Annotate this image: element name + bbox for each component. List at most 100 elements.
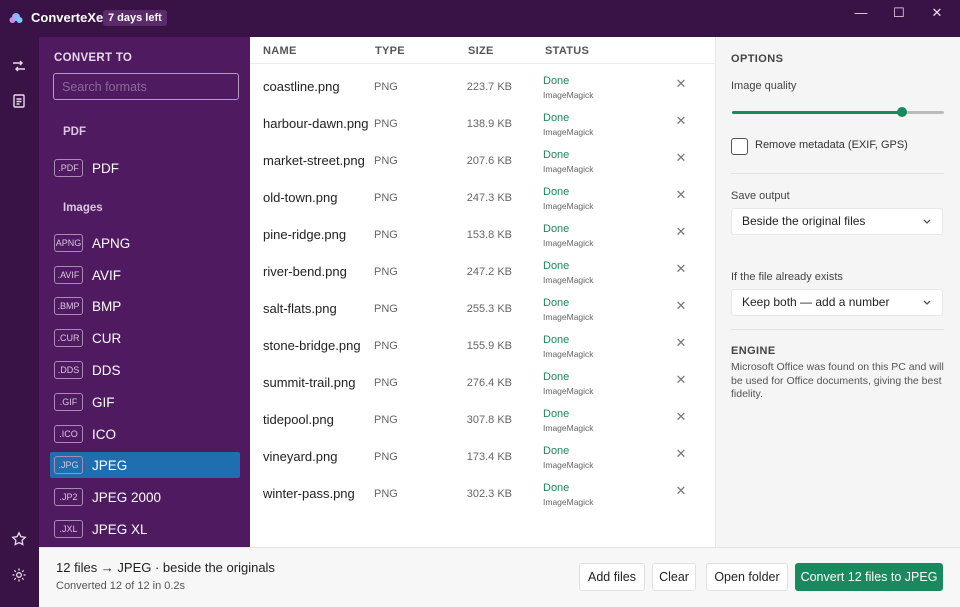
table-row[interactable]: market-street.png PNG 207.6 KB Done Imag… [250, 141, 715, 178]
table-row[interactable]: vineyard.png PNG 173.4 KB Done ImageMagi… [250, 437, 715, 474]
remove-metadata-label[interactable]: Remove metadata (EXIF, GPS) [755, 139, 908, 151]
file-name: salt-flats.png [263, 301, 337, 316]
format-item-jpeg[interactable]: .JPG JPEG [50, 452, 240, 478]
format-ext-badge: .JP2 [54, 488, 83, 506]
format-item-bmp[interactable]: .BMP BMP [50, 293, 240, 319]
file-size: 173.4 KB [466, 451, 512, 463]
image-quality-label: Image quality [731, 80, 797, 92]
file-size: 138.9 KB [466, 118, 512, 130]
close-button[interactable]: ✕ [927, 6, 947, 20]
status-text: Done [543, 75, 570, 87]
add-files-button[interactable]: Add files [579, 563, 645, 591]
remove-file-icon[interactable]: ✕ [674, 447, 688, 461]
convert-button[interactable]: Convert 12 files to JPEG [795, 563, 943, 591]
file-exists-value: Keep both — add a number [742, 295, 890, 309]
remove-file-icon[interactable]: ✕ [674, 336, 688, 350]
format-item-cur[interactable]: .CUR CUR [50, 325, 240, 351]
remove-file-icon[interactable]: ✕ [674, 299, 688, 313]
document-icon[interactable] [9, 91, 29, 111]
remove-file-icon[interactable]: ✕ [674, 151, 688, 165]
engine-text: ImageMagick [543, 386, 594, 396]
engine-heading: ENGINE [731, 345, 776, 357]
format-item-avif[interactable]: .AVIF AVIF [50, 262, 240, 288]
star-icon[interactable] [9, 529, 29, 549]
engine-text: ImageMagick [543, 275, 594, 285]
format-ext-badge: .AVIF [54, 266, 83, 284]
format-item-apng[interactable]: APNG APNG [50, 230, 240, 256]
table-row[interactable]: pine-ridge.png PNG 153.8 KB Done ImageMa… [250, 215, 715, 252]
format-item-gif[interactable]: .GIF GIF [50, 389, 240, 415]
format-item-pdf[interactable]: .PDF PDF [50, 155, 240, 181]
minimize-button[interactable]: — [851, 6, 871, 20]
status-text: Done [543, 260, 570, 272]
engine-text: ImageMagick [543, 201, 594, 211]
status-text: Done [543, 408, 570, 420]
nav-rail [0, 37, 39, 607]
maximize-button[interactable]: ☐ [889, 6, 909, 20]
file-size: 247.2 KB [466, 266, 512, 278]
file-exists-select[interactable]: Keep both — add a number [731, 289, 943, 316]
format-name: AVIF [92, 267, 122, 283]
table-row[interactable]: coastline.png PNG 223.7 KB Done ImageMag… [250, 67, 715, 104]
format-search-input[interactable] [53, 73, 239, 100]
table-row[interactable]: tidepool.png PNG 307.8 KB Done ImageMagi… [250, 400, 715, 437]
table-row[interactable]: old-town.png PNG 247.3 KB Done ImageMagi… [250, 178, 715, 215]
format-item-jpeg-2000[interactable]: .JP2 JPEG 2000 [50, 484, 240, 510]
engine-text: ImageMagick [543, 127, 594, 137]
status-text: Done [543, 334, 570, 346]
conversion-status: Converted 12 of 12 in 0.2s [56, 580, 186, 592]
table-row[interactable]: winter-pass.png PNG 302.3 KB Done ImageM… [250, 474, 715, 511]
file-type: PNG [374, 266, 398, 278]
remove-file-icon[interactable]: ✕ [674, 410, 688, 424]
table-row[interactable]: river-bend.png PNG 247.2 KB Done ImageMa… [250, 252, 715, 289]
column-header-status[interactable]: STATUS [545, 45, 589, 57]
file-name: old-town.png [263, 190, 338, 205]
chevron-down-icon [923, 219, 931, 224]
table-row[interactable]: harbour-dawn.png PNG 138.9 KB Done Image… [250, 104, 715, 141]
file-size: 307.8 KB [466, 414, 512, 426]
remove-file-icon[interactable]: ✕ [674, 484, 688, 498]
file-size: 247.3 KB [466, 192, 512, 204]
image-quality-slider[interactable] [732, 107, 944, 117]
remove-file-icon[interactable]: ✕ [674, 77, 688, 91]
clear-button[interactable]: Clear [652, 563, 696, 591]
engine-text: ImageMagick [543, 164, 594, 174]
file-name: harbour-dawn.png [263, 116, 369, 131]
format-name: BMP [92, 298, 122, 314]
remove-file-icon[interactable]: ✕ [674, 225, 688, 239]
status-text: Done [543, 371, 570, 383]
engine-text: ImageMagick [543, 423, 594, 433]
format-item-dds[interactable]: .DDS DDS [50, 357, 240, 383]
remove-file-icon[interactable]: ✕ [674, 114, 688, 128]
table-row[interactable]: stone-bridge.png PNG 155.9 KB Done Image… [250, 326, 715, 363]
column-header-size[interactable]: SIZE [468, 45, 494, 57]
file-name: winter-pass.png [263, 486, 355, 501]
remove-file-icon[interactable]: ✕ [674, 262, 688, 276]
slider-thumb[interactable] [896, 107, 907, 117]
shuffle-icon[interactable] [9, 56, 29, 76]
file-name: tidepool.png [263, 412, 334, 427]
column-header-type[interactable]: TYPE [375, 45, 405, 57]
format-item-ico[interactable]: .ICO ICO [50, 421, 240, 447]
table-row[interactable]: summit-trail.png PNG 276.4 KB Done Image… [250, 363, 715, 400]
open-folder-button[interactable]: Open folder [706, 563, 788, 591]
format-ext-badge: .CUR [54, 329, 83, 347]
engine-text: ImageMagick [543, 312, 594, 322]
group-label-images: Images [63, 202, 103, 214]
engine-text: ImageMagick [543, 460, 594, 470]
column-header-name[interactable]: NAME [263, 45, 297, 57]
table-row[interactable]: salt-flats.png PNG 255.3 KB Done ImageMa… [250, 289, 715, 326]
remove-metadata-checkbox[interactable] [731, 138, 748, 155]
options-heading: OPTIONS [731, 53, 784, 65]
format-ext-badge: .DDS [54, 361, 83, 379]
file-name: coastline.png [263, 79, 340, 94]
gear-icon[interactable] [9, 565, 29, 585]
status-text: Done [543, 149, 570, 161]
remove-file-icon[interactable]: ✕ [674, 373, 688, 387]
file-size: 302.3 KB [466, 488, 512, 500]
divider [731, 329, 944, 330]
engine-text: ImageMagick [543, 497, 594, 507]
save-output-select[interactable]: Beside the original files [731, 208, 943, 235]
format-item-jpeg-xl[interactable]: .JXL JPEG XL [50, 516, 240, 542]
remove-file-icon[interactable]: ✕ [674, 188, 688, 202]
